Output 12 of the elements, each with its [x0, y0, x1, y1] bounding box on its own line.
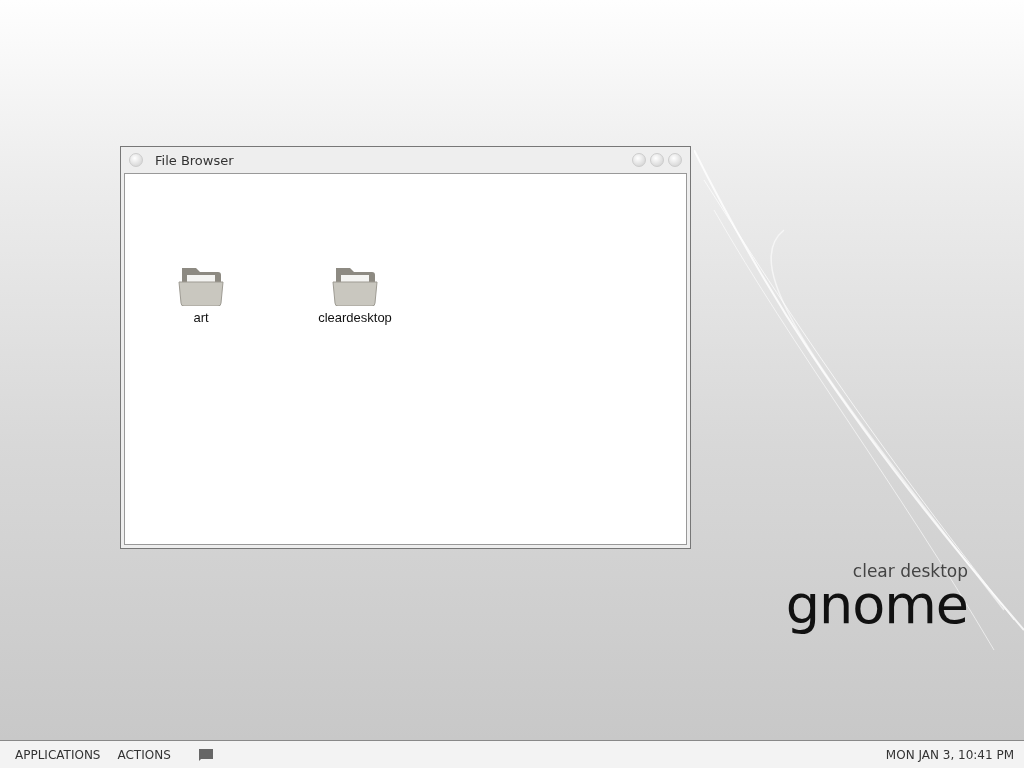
panel-menu[interactable]: APPLICATIONS	[15, 747, 101, 762]
panel-menu[interactable]: ACTIONS	[117, 747, 171, 762]
window-title: File Browser	[155, 152, 234, 168]
window-menu-button[interactable]	[129, 153, 143, 167]
panel-clock[interactable]: MON JAN 3, 10:41 PM	[885, 747, 1014, 762]
folder-label[interactable]: art	[193, 310, 209, 325]
maximize-button[interactable]	[650, 153, 664, 167]
folder-icon[interactable]	[332, 266, 378, 306]
folder-icon[interactable]	[178, 266, 224, 306]
folder-label[interactable]: cleardesktop	[318, 310, 392, 325]
close-button[interactable]	[668, 153, 682, 167]
minimize-button[interactable]	[632, 153, 646, 167]
